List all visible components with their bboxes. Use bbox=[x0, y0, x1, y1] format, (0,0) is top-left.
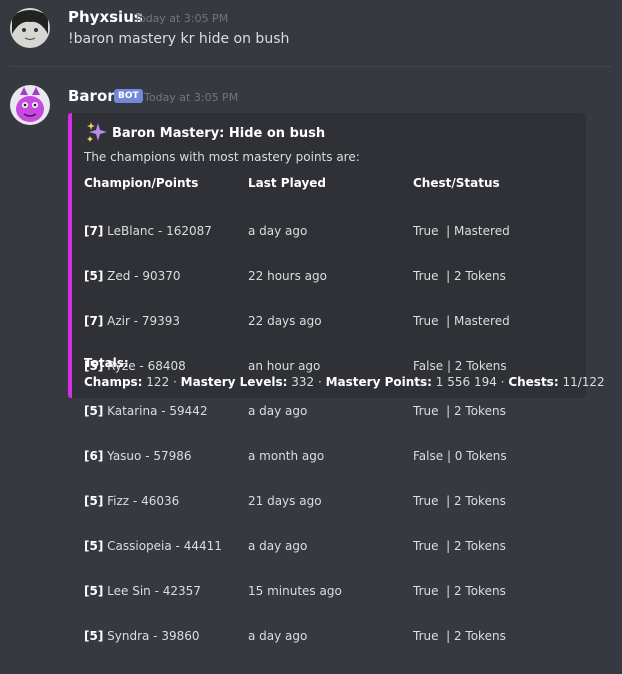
list-item: a day ago bbox=[248, 224, 308, 238]
timestamp: Today at 3:05 PM bbox=[144, 91, 239, 104]
champion-column: [7] LeBlanc - 162087 [5] Zed - 90370 [7]… bbox=[84, 194, 222, 674]
chest-status-column: True | Mastered True | 2 Tokens True | M… bbox=[413, 194, 510, 674]
list-item: [5] Syndra - 39860 bbox=[84, 629, 200, 643]
list-item: a day ago bbox=[248, 404, 308, 418]
list-item: True | Mastered bbox=[413, 314, 510, 328]
list-item: True | 2 Tokens bbox=[413, 494, 506, 508]
list-item: a day ago bbox=[248, 629, 308, 643]
list-item: [5] Katarina - 59442 bbox=[84, 404, 208, 418]
message-divider bbox=[10, 66, 612, 67]
message-text: !baron mastery kr hide on bush bbox=[68, 31, 290, 47]
list-item: True | 2 Tokens bbox=[413, 584, 506, 598]
list-item: 15 minutes ago bbox=[248, 584, 342, 598]
list-item: [6] Yasuo - 57986 bbox=[84, 449, 192, 463]
list-item: 21 days ago bbox=[248, 494, 322, 508]
list-item: [7] LeBlanc - 162087 bbox=[84, 224, 212, 238]
list-item: False | 0 Tokens bbox=[413, 449, 507, 463]
totals-label: Totals: bbox=[84, 356, 129, 370]
list-item: [5] Cassiopeia - 44411 bbox=[84, 539, 222, 553]
list-item: 22 hours ago bbox=[248, 269, 327, 283]
last-played-column: a day ago 22 hours ago 22 days ago an ho… bbox=[248, 194, 342, 674]
list-item: True | Mastered bbox=[413, 224, 510, 238]
avatar[interactable] bbox=[10, 8, 50, 48]
list-item: True | 2 Tokens bbox=[413, 404, 506, 418]
list-item: True | 2 Tokens bbox=[413, 539, 506, 553]
embed-card: Baron Mastery: Hide on bush The champion… bbox=[68, 113, 605, 643]
column-header-chest: Chest/Status bbox=[413, 176, 500, 190]
list-item: True | 2 Tokens bbox=[413, 269, 506, 283]
column-header-champion: Champion/Points bbox=[84, 176, 199, 190]
list-item: [7] Azir - 79393 bbox=[84, 314, 181, 328]
sparkles-icon bbox=[86, 121, 108, 147]
list-item: [5] Lee Sin - 42357 bbox=[84, 584, 201, 598]
username[interactable]: Phyxsius bbox=[68, 8, 143, 26]
list-item: True | 2 Tokens bbox=[413, 629, 506, 643]
list-item: [5] Fizz - 46036 bbox=[84, 494, 180, 508]
username[interactable]: Baron bbox=[68, 87, 118, 105]
embed-title: Baron Mastery: Hide on bush bbox=[112, 126, 326, 141]
column-header-last-played: Last Played bbox=[248, 176, 326, 190]
list-item: [5] Zed - 90370 bbox=[84, 269, 181, 283]
list-item: a month ago bbox=[248, 449, 325, 463]
list-item: an hour ago bbox=[248, 359, 321, 373]
totals-line: Champs: 122 · Mastery Levels: 332 · Mast… bbox=[84, 375, 605, 389]
avatar[interactable] bbox=[10, 85, 50, 125]
list-item: a day ago bbox=[248, 539, 308, 553]
list-item: 22 days ago bbox=[248, 314, 322, 328]
embed-description: The champions with most mastery points a… bbox=[84, 150, 360, 164]
list-item: False | 2 Tokens bbox=[413, 359, 507, 373]
bot-badge: BOT bbox=[114, 89, 143, 103]
timestamp: Today at 3:05 PM bbox=[134, 12, 229, 25]
